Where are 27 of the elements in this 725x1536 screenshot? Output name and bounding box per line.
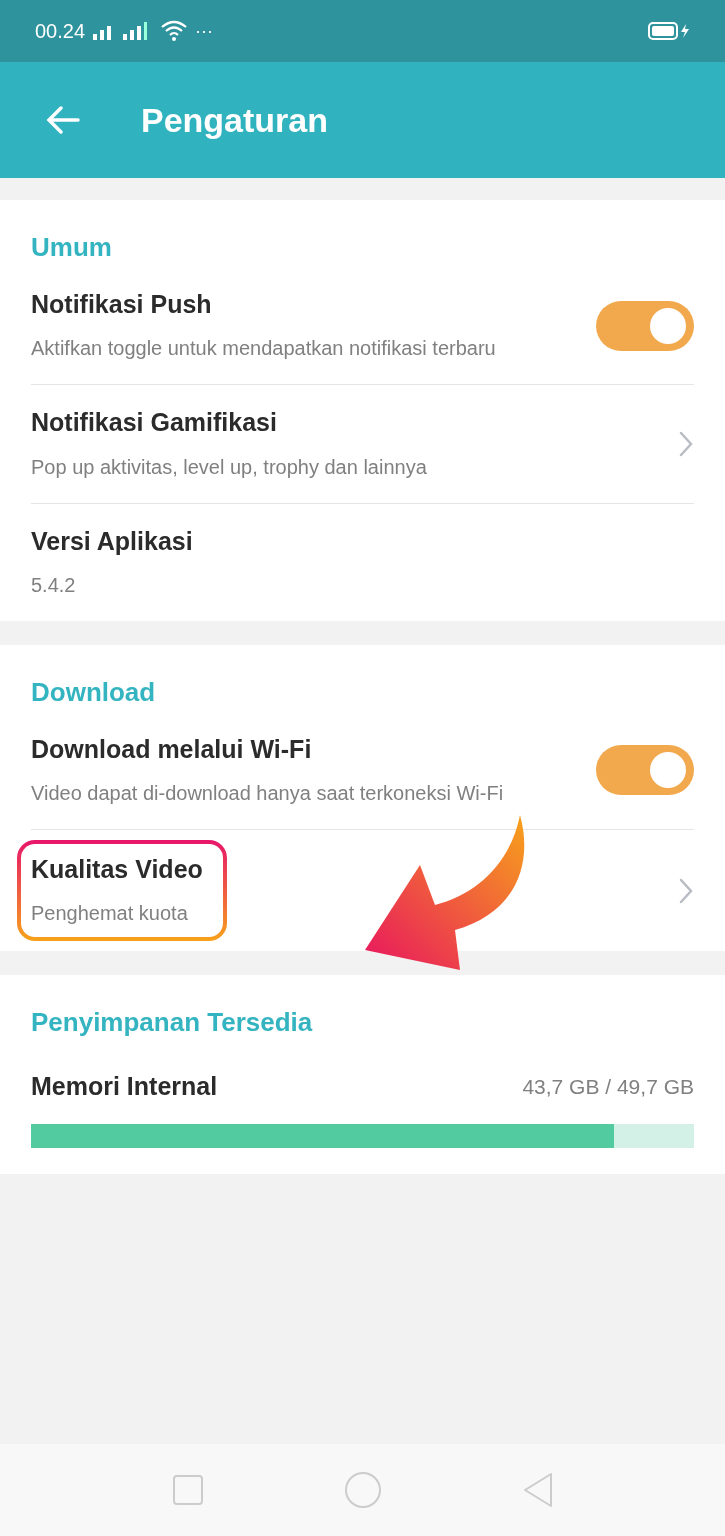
setting-description: Pop up aktivitas, level up, trophy dan lainnya: [31, 454, 427, 480]
recent-apps-icon[interactable]: [171, 1474, 204, 1506]
setting-description: Penghemat kuota: [31, 901, 189, 927]
setting-title: Kualitas Video: [31, 854, 203, 885]
chevron-right-icon: [678, 876, 694, 905]
setting-title: Download melalui Wi-Fi: [31, 733, 313, 765]
back-icon[interactable]: [521, 1472, 554, 1508]
setting-description: Video dapat di-download hanya saat terkoneksi Wi-Fi: [31, 781, 504, 806]
page-title: Pengaturan: [141, 99, 329, 141]
setting-title: Notifikasi Gamifikasi: [31, 407, 278, 439]
battery-icon: [648, 21, 690, 41]
toggle-switch[interactable]: [596, 300, 694, 351]
section-heading: Download: [30, 675, 157, 709]
setting-description: Aktifkan toggle untuk mendapatkan notifikasi terbaru: [31, 336, 496, 362]
section-heading: Penyimpanan Tersedia: [30, 1006, 314, 1040]
status-more: ···: [195, 19, 214, 43]
home-icon[interactable]: [343, 1471, 382, 1509]
chevron-right-icon: [678, 429, 694, 458]
setting-description: 5.4.2: [31, 572, 77, 598]
setting-title: Versi Aplikasi: [31, 525, 193, 557]
setting-title: Memori Internal: [31, 1071, 218, 1103]
status-time: 00.24: [35, 19, 86, 44]
wifi-icon: [161, 20, 188, 42]
setting-title: Notifikasi Push: [31, 289, 213, 320]
section-heading: Umum: [30, 231, 113, 264]
toggle-switch[interactable]: [596, 745, 694, 796]
storage-reading: 43,7 GB / 49,7 GB: [522, 1074, 694, 1101]
